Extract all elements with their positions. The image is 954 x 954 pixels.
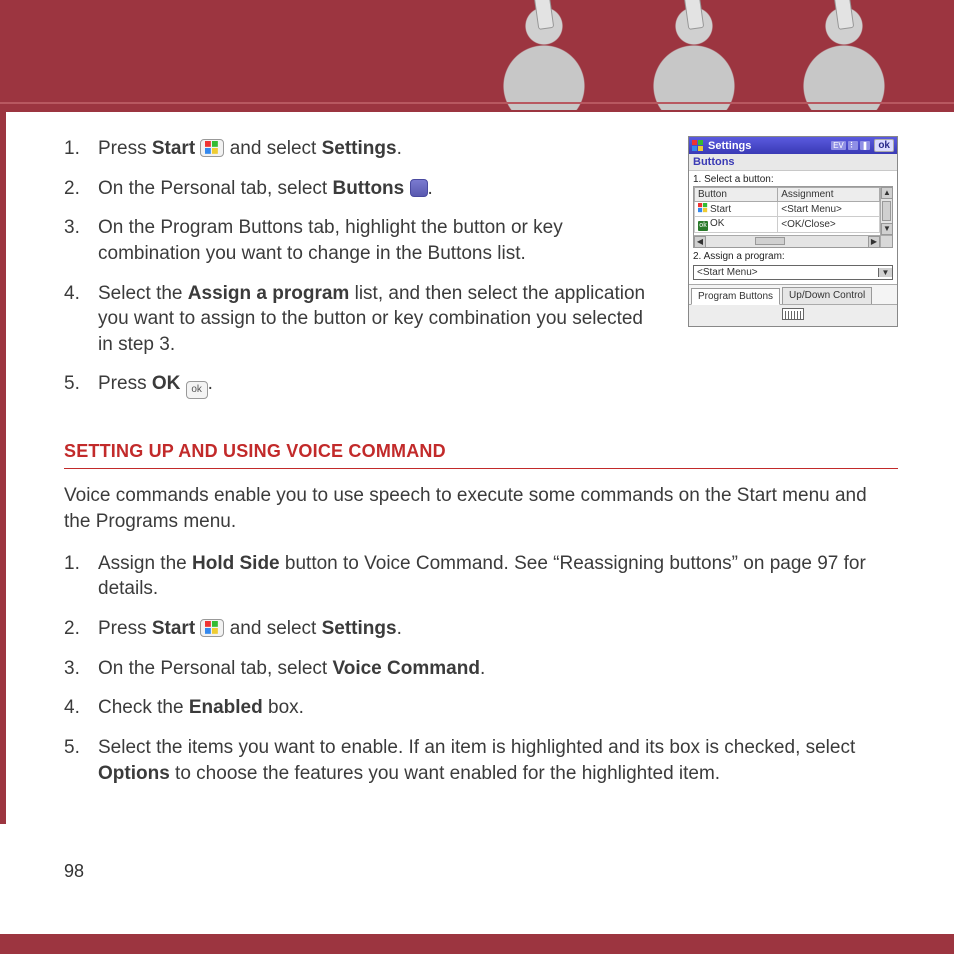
assign-program-dropdown[interactable]: <Start Menu> ▼ <box>693 265 893 280</box>
buttons-settings-screenshot: Settings EV ⠇ ❚ ok Buttons 1. Select a b… <box>688 136 898 327</box>
select-button-label: 1. Select a button: <box>689 171 897 186</box>
buttons-steps-list: Press Start and select Settings. On the P… <box>64 136 648 399</box>
windows-flag-icon <box>200 139 224 157</box>
ok-badge-icon: ok <box>698 221 708 231</box>
tab-strip: Program Buttons Up/Down Control <box>689 284 897 304</box>
voice-command-steps-list: Assign the Hold Side button to Voice Com… <box>64 551 898 786</box>
scroll-thumb[interactable] <box>882 201 891 221</box>
cell-button: OK <box>710 218 724 229</box>
system-tray: EV ⠇ ❚ <box>831 141 870 150</box>
keyboard-icon[interactable] <box>782 308 804 320</box>
cell-assignment: <Start Menu> <box>778 202 880 217</box>
windows-flag-icon <box>200 619 224 637</box>
vertical-scrollbar[interactable]: ▲ ▼ <box>880 187 892 235</box>
step-item: Check the Enabled box. <box>64 695 898 721</box>
tab-updown-control[interactable]: Up/Down Control <box>782 287 872 304</box>
buttons-grid[interactable]: Button Assignment Start <Start Menu> <box>693 186 893 248</box>
ok-button[interactable]: ok <box>874 139 894 152</box>
windows-flag-icon <box>698 203 708 213</box>
window-title: Settings <box>708 140 827 152</box>
screen-subheading: Buttons <box>689 154 897 171</box>
battery-icon: ❚ <box>860 141 871 150</box>
windows-flag-icon <box>692 140 704 152</box>
voice-command-intro: Voice commands enable you to use speech … <box>64 483 898 534</box>
scroll-up-arrow[interactable]: ▲ <box>881 187 893 199</box>
scroll-right-arrow[interactable]: ▶ <box>868 236 880 248</box>
page-number: 98 <box>64 861 84 882</box>
horizontal-scrollbar[interactable]: ◀ ▶ <box>694 235 880 247</box>
step-item: On the Program Buttons tab, highlight th… <box>64 215 648 266</box>
tab-program-buttons[interactable]: Program Buttons <box>691 288 780 305</box>
dropdown-value: <Start Menu> <box>694 266 878 279</box>
left-edge-bar <box>0 112 6 824</box>
cell-assignment: <OK/Close> <box>778 217 880 233</box>
scroll-down-arrow[interactable]: ▼ <box>881 223 893 235</box>
footer-bar <box>0 934 954 954</box>
ok-softkey-icon: ok <box>186 381 208 399</box>
step-item: Select the Assign a program list, and th… <box>64 281 648 358</box>
scroll-left-arrow[interactable]: ◀ <box>694 236 706 248</box>
column-assignment-header[interactable]: Assignment <box>778 188 880 202</box>
chevron-down-icon[interactable]: ▼ <box>878 268 892 277</box>
header-person-3 <box>774 0 914 110</box>
assign-program-label: 2. Assign a program: <box>689 248 897 263</box>
step-item: Assign the Hold Side button to Voice Com… <box>64 551 898 602</box>
step-item: Select the items you want to enable. If … <box>64 735 898 786</box>
buttons-app-icon <box>410 179 428 197</box>
header-photo-strip <box>474 0 914 102</box>
ev-indicator-icon: EV <box>831 141 846 150</box>
header-banner <box>0 0 954 112</box>
scroll-corner <box>880 235 892 247</box>
step-item: On the Personal tab, select Buttons . <box>64 176 648 202</box>
cell-button: Start <box>710 204 731 215</box>
table-row[interactable]: okOK <OK/Close> <box>695 217 880 233</box>
signal-icon: ⠇ <box>848 141 858 150</box>
sip-bar[interactable] <box>689 304 897 326</box>
step-item: Press OK ok. <box>64 371 648 399</box>
column-button-header[interactable]: Button <box>695 188 778 202</box>
step-item: Press Start and select Settings. <box>64 616 898 642</box>
header-person-1 <box>474 0 614 110</box>
step-item: On the Personal tab, select Voice Comman… <box>64 656 898 682</box>
table-row[interactable]: Start <Start Menu> <box>695 202 880 217</box>
header-person-2 <box>624 0 764 110</box>
header-rule <box>0 102 954 104</box>
scroll-thumb[interactable] <box>755 237 785 245</box>
step-item: Press Start and select Settings. <box>64 136 648 162</box>
voice-command-heading: SETTING UP AND USING VOICE COMMAND <box>64 441 898 469</box>
